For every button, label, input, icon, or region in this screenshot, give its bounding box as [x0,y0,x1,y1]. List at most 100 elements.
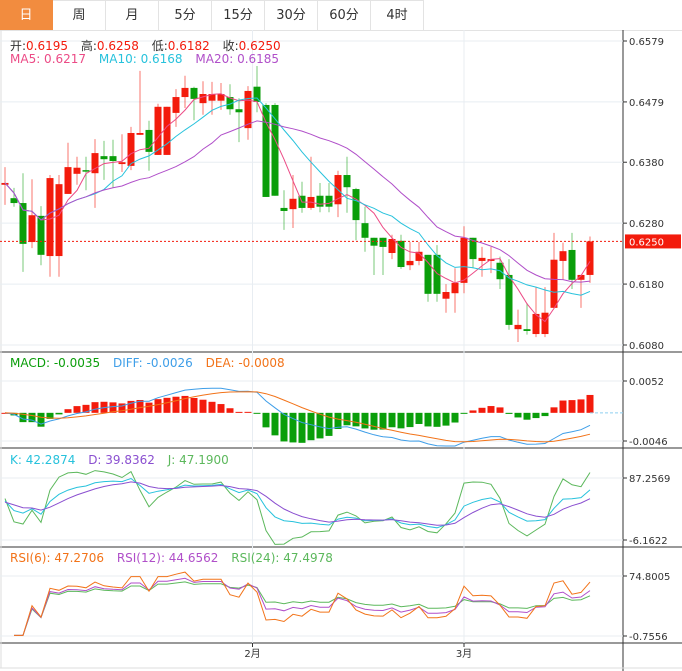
macd-bar [172,396,180,413]
j-value: J: 47.1900 [167,453,229,467]
macd-bar [235,411,243,413]
macd-bar [469,410,477,413]
macd-bar [280,412,288,442]
macd-bar [154,399,162,413]
ma-legend: MA5: 0.6217 MA10: 0.6168 MA20: 0.6185 [10,52,288,66]
macd-bar [64,409,72,413]
macd-bar [523,412,531,420]
macd-axis-label: 0.0052 [629,377,664,388]
dea-value: DEA: -0.0008 [205,356,285,370]
macd-bar [352,412,360,427]
candle-body [82,170,90,172]
macd-bar [307,412,315,441]
macd-bar [433,412,441,427]
macd-bar [442,412,450,426]
candle-body [262,104,270,197]
rsi-legend: RSI(6): 47.2706 RSI(12): 44.6562 RSI(24)… [10,551,342,565]
candle-body [46,178,54,257]
macd-bar [496,407,504,413]
macd-bar [487,406,495,413]
macd-bar [451,412,459,423]
macd-bar [388,412,396,428]
macd-bar [379,412,387,430]
candle-body [10,198,18,204]
j-line [4,470,591,545]
rsi-axis-label: 74.8005 [629,572,670,583]
macd-bar [73,406,81,413]
candle-body [523,329,531,331]
macd-bar [559,400,567,413]
diff-line [4,387,591,447]
candle-body [163,106,171,155]
price-axis-label: 0.6080 [629,341,664,352]
candle-body [442,291,450,299]
candle-body [280,207,288,211]
kdj-legend: K: 42.2874 D: 39.8362 J: 47.1900 [10,453,238,467]
high-label: 高: [80,39,97,53]
macd-bar [532,412,540,419]
ma20-legend: MA20: 0.6185 [195,52,280,66]
rsi24-value: RSI(24): 47.4978 [231,551,333,565]
macd-bar [541,412,549,417]
candle-body [541,312,549,335]
macd-bar [514,412,522,418]
macd-bar [244,411,252,413]
macd-bar [271,412,279,436]
macd-bar [298,412,306,443]
candle-body [190,87,198,99]
macd-bar [145,402,153,413]
candle-body [460,237,468,283]
macd-bar [505,412,513,414]
candle-body [406,260,414,266]
rsi-axis-label: -0.7556 [629,632,668,643]
k-line [4,477,591,529]
open-label: 开: [10,39,27,53]
candle-body [127,132,135,166]
close-value: 0.6250 [238,39,281,53]
macd-axis-label: -0.0046 [629,437,668,448]
candle-body [55,184,63,257]
k-value: K: 42.2874 [10,453,76,467]
candle-body [586,241,594,275]
macd-bar [577,399,585,413]
price-axis-label: 0.6579 [629,37,664,48]
candle-body [568,249,576,280]
rsi12-value: RSI(12): 44.6562 [116,551,219,565]
rsi12-line [14,577,591,636]
candle-body [316,195,324,207]
ma5-line [4,93,591,323]
kdj-axis-label: 87.2569 [629,474,670,485]
open-value: 0.6195 [26,39,69,53]
candle-body [361,223,369,238]
macd-bar [334,412,342,429]
rsi6-value: RSI(6): 47.2706 [10,551,104,565]
candle-body [136,132,144,135]
macd-bar [361,412,369,429]
candle-body [64,167,72,194]
candle-body [424,254,432,294]
low-value: 0.6182 [167,39,210,53]
candle-body [73,167,81,174]
macd-bar [424,412,432,427]
ma20-line [4,120,591,283]
macd-bar [190,397,198,413]
candle-body [199,94,207,104]
diff-value: DIFF: -0.0026 [112,356,193,370]
chart-canvas: 2月 3月 0.6579 0.6479 0.6380 0.6280 0.6180 0.6080… [0,30,682,671]
ma10-legend: MA10: 0.6168 [98,52,183,66]
macd-bar [343,412,351,426]
price-axis-label: 0.6380 [629,158,664,169]
candle-body [478,257,486,261]
current-price-label: 0.6250 [629,237,664,248]
macd-bar [208,401,216,413]
candle-body [118,162,126,165]
price-axis-label: 0.6479 [629,98,664,109]
macd-bar [415,412,423,424]
macd-bar [568,400,576,413]
macd-bar [253,412,261,414]
candle-body [244,90,252,129]
candle-body [289,198,297,210]
macd-bar [478,407,486,413]
macd-bar [55,412,63,415]
candle-body [352,189,360,221]
